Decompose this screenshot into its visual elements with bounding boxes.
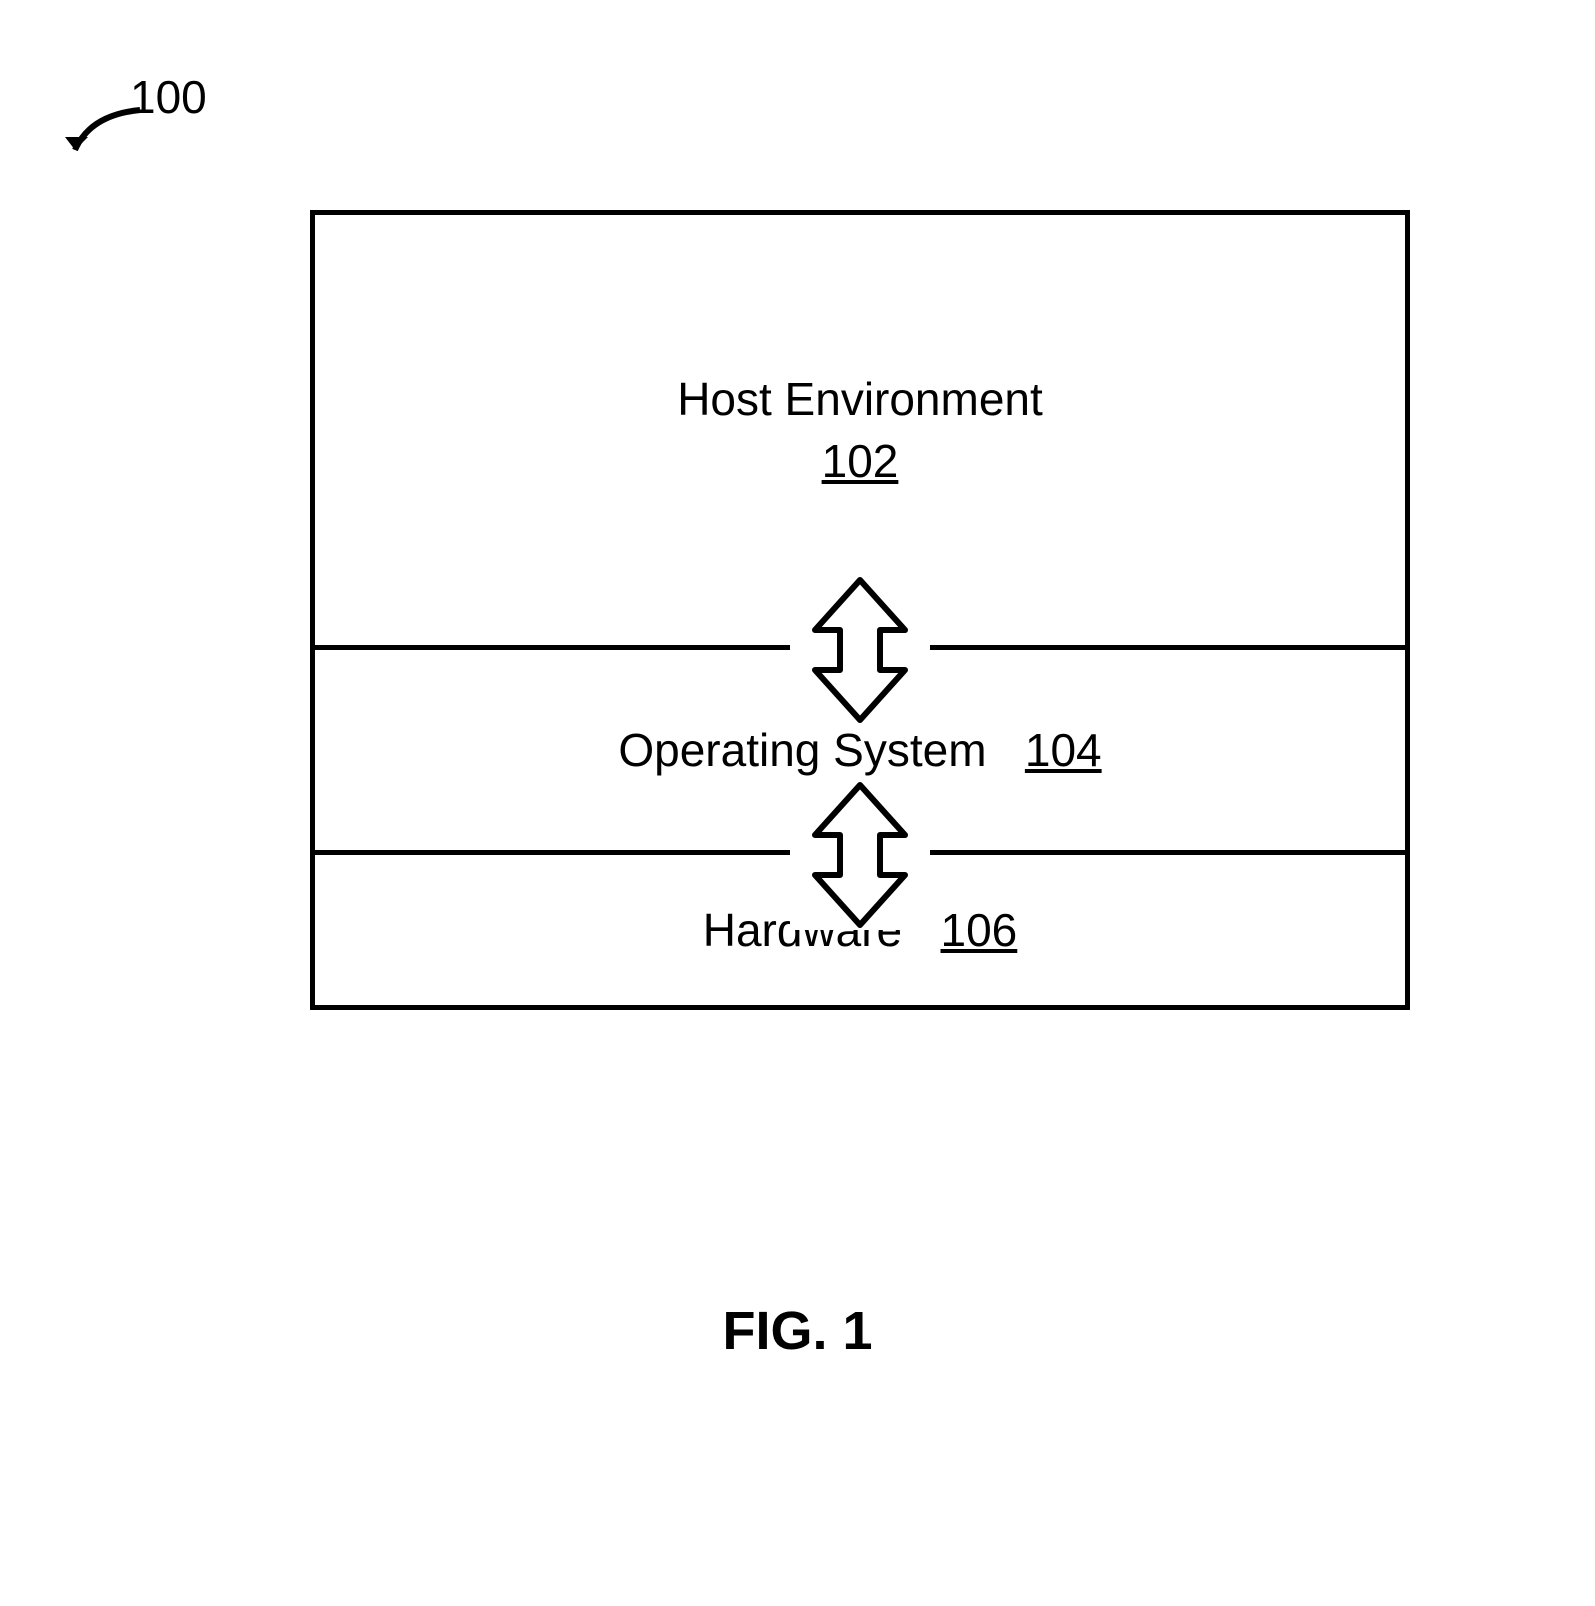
leader-arrow-icon: [60, 105, 150, 165]
os-ref: 104: [1025, 724, 1102, 776]
system-stack-diagram: Host Environment 102 Operating System 10…: [310, 210, 1410, 1010]
os-label: Operating System: [618, 724, 986, 776]
hardware-ref: 106: [941, 904, 1018, 956]
host-env-label: Host Environment: [677, 373, 1043, 425]
bidirectional-arrow-icon: [790, 780, 930, 930]
figure-canvas: 100 Host Environment 102 Operating Syste…: [0, 0, 1595, 1606]
figure-caption: FIG. 1: [0, 1300, 1595, 1362]
host-env-ref: 102: [822, 435, 899, 487]
bidirectional-arrow-icon: [790, 575, 930, 725]
